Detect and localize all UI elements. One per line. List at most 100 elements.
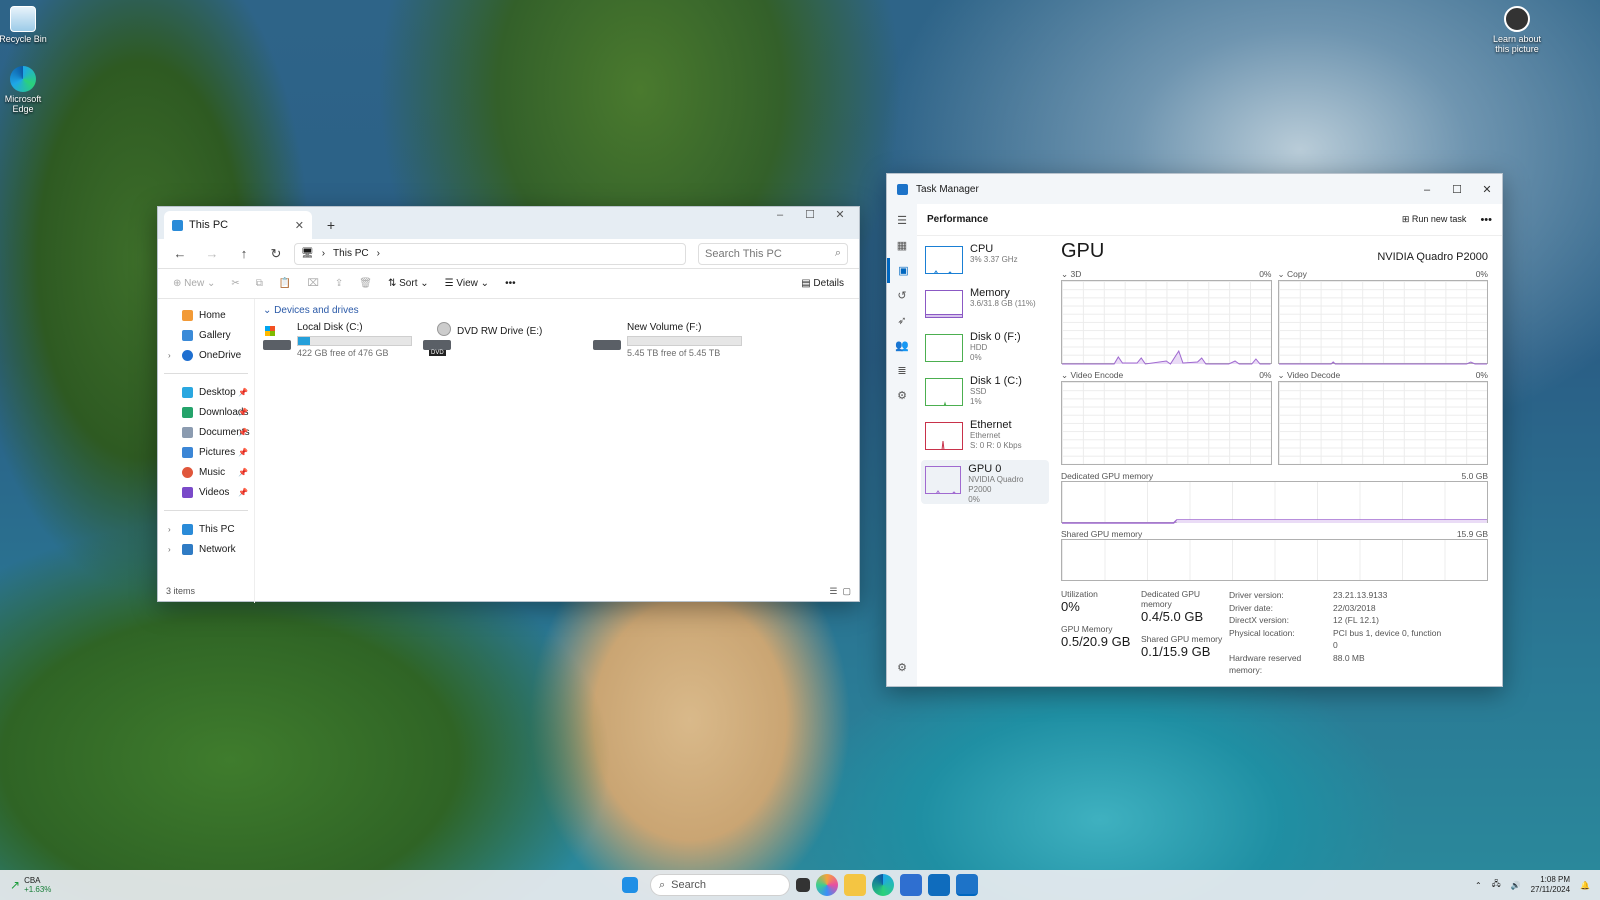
new-tab-button[interactable]: +: [320, 214, 342, 236]
learn-about-picture-icon[interactable]: Learn about this picture: [1490, 6, 1544, 54]
more-options-button[interactable]: •••: [500, 273, 521, 295]
nav-label: OneDrive: [199, 349, 242, 361]
resource-gpu0[interactable]: GPU 0 NVIDIA Quadro P2000 0%: [921, 460, 1049, 504]
details-button[interactable]: ▤ Details: [796, 273, 849, 295]
edge-desktop-icon[interactable]: Microsoft Edge: [0, 66, 50, 114]
chevron-up-icon[interactable]: ⌃: [1475, 881, 1482, 890]
app-history-icon[interactable]: ↺: [887, 283, 917, 308]
maximize-button[interactable]: ☐: [795, 207, 825, 223]
details-view-icon[interactable]: ☰: [829, 586, 837, 596]
volume-icon[interactable]: 🔊: [1511, 881, 1521, 890]
edge-icon[interactable]: [872, 874, 894, 896]
nav-item-documents[interactable]: Documents 📌: [158, 422, 254, 442]
details-label: Details: [813, 278, 844, 289]
minimize-button[interactable]: –: [1412, 184, 1442, 196]
task-view-icon[interactable]: [796, 878, 810, 892]
more-options-button[interactable]: •••: [1480, 214, 1492, 226]
music-icon: [182, 466, 193, 478]
system-tray: ⌃ 🖧 🔊 1:08 PM 27/11/2024 🔔: [1475, 875, 1590, 895]
resource-disk1[interactable]: Disk 1 (C:) SSD 1%: [921, 372, 1049, 416]
nav-item-music[interactable]: Music 📌: [158, 462, 254, 482]
resource-disk0[interactable]: Disk 0 (F:) HDD 0%: [921, 328, 1049, 372]
chevron-right-icon[interactable]: ›: [377, 248, 380, 259]
close-tab-icon[interactable]: ✕: [295, 219, 304, 232]
resource-memory[interactable]: Memory 3.6/31.8 GB (11%): [921, 284, 1049, 328]
detail-key: Driver version:: [1229, 590, 1284, 600]
paste-icon[interactable]: 📋: [274, 273, 296, 295]
new-button[interactable]: ⊕ New ⌄: [168, 273, 220, 295]
share-icon[interactable]: ⇪: [330, 273, 348, 295]
engine-dropdown-video-decode[interactable]: ⌄ Video Decode: [1278, 370, 1341, 381]
sort-button[interactable]: ⇅ Sort ⌄: [383, 273, 434, 295]
nav-item-desktop[interactable]: Desktop 📌: [158, 382, 254, 402]
nav-item-this-pc[interactable]: › This PC: [158, 519, 254, 539]
maximize-button[interactable]: ☐: [1442, 183, 1472, 196]
breadcrumb-this-pc[interactable]: This PC: [333, 248, 369, 259]
close-button[interactable]: ✕: [1472, 183, 1502, 196]
run-new-task-button[interactable]: ⊞ Run new task: [1402, 214, 1467, 225]
nav-item-pictures[interactable]: Pictures 📌: [158, 442, 254, 462]
processes-icon[interactable]: ▦: [887, 233, 917, 258]
task-manager-taskbar-icon[interactable]: [956, 874, 978, 896]
hamburger-icon[interactable]: ☰: [887, 208, 917, 233]
rename-icon[interactable]: ⌧: [302, 273, 324, 295]
hard-drive-icon: [263, 326, 291, 350]
dedicated-stat-value: 0.4/5.0 GB: [1141, 609, 1204, 624]
nav-item-home[interactable]: Home: [158, 305, 254, 325]
close-button[interactable]: ✕: [825, 207, 855, 223]
startup-apps-icon[interactable]: ➶: [887, 308, 917, 333]
tab-this-pc[interactable]: This PC ✕: [164, 211, 312, 239]
nav-label: Gallery: [199, 329, 231, 341]
drive-c[interactable]: Local Disk (C:) 422 GB free of 476 GB: [263, 322, 413, 358]
delete-icon[interactable]: 🗑: [354, 273, 377, 295]
pin-icon: 📌: [238, 487, 248, 497]
cut-icon[interactable]: ✂: [226, 273, 244, 295]
chevron-right-icon[interactable]: ›: [168, 545, 176, 554]
forward-button[interactable]: →: [198, 242, 226, 266]
drive-f[interactable]: New Volume (F:) 5.45 TB free of 5.45 TB: [593, 322, 743, 358]
view-button[interactable]: ☰ View ⌄: [440, 273, 494, 295]
engine-dropdown-video-encode[interactable]: ⌄ Video Encode: [1061, 370, 1123, 381]
users-icon[interactable]: 👥: [887, 333, 917, 358]
up-button[interactable]: ↑: [230, 242, 258, 266]
resource-ethernet[interactable]: Ethernet Ethernet S: 0 R: 0 Kbps: [921, 416, 1049, 460]
back-button[interactable]: ←: [166, 242, 194, 266]
services-icon[interactable]: ⚙: [887, 383, 917, 408]
group-header[interactable]: ⌄ Devices and drives: [263, 305, 851, 316]
resource-cpu[interactable]: CPU 3% 3.37 GHz: [921, 240, 1049, 284]
details-icon[interactable]: ≣: [887, 358, 917, 383]
engine-dropdown-copy[interactable]: ⌄ Copy: [1278, 269, 1307, 280]
nav-item-gallery[interactable]: Gallery: [158, 325, 254, 345]
performance-icon[interactable]: ▣: [887, 258, 917, 283]
notification-bell-icon[interactable]: 🔔: [1580, 881, 1590, 890]
drive-e[interactable]: DVD DVD RW Drive (E:): [423, 322, 573, 358]
nav-item-network[interactable]: › Network: [158, 539, 254, 559]
network-icon[interactable]: 🖧: [1492, 878, 1501, 892]
store-icon[interactable]: [900, 874, 922, 896]
tiles-view-icon[interactable]: ▢: [842, 586, 851, 596]
outlook-icon[interactable]: [928, 874, 950, 896]
nav-item-onedrive[interactable]: › OneDrive: [158, 345, 254, 365]
nav-item-downloads[interactable]: Downloads 📌: [158, 402, 254, 422]
file-explorer-icon[interactable]: [844, 874, 866, 896]
stock-name: CBA: [24, 876, 41, 885]
taskbar-search[interactable]: ⌕ Search: [650, 874, 790, 896]
chevron-right-icon[interactable]: ›: [168, 525, 176, 534]
edge-desktop-label: Microsoft Edge: [4, 94, 42, 114]
stock-widget[interactable]: ↗ CBA +1.63%: [10, 876, 51, 894]
address-bar[interactable]: 🖥 › This PC ›: [294, 242, 686, 265]
dedicated-memory-label: Dedicated GPU memory: [1061, 471, 1154, 481]
search-input[interactable]: Search This PC ⌕: [698, 242, 848, 265]
refresh-button[interactable]: ↻: [262, 242, 290, 266]
copy-icon[interactable]: ⧉: [251, 273, 268, 295]
recycle-bin-icon[interactable]: Recycle Bin: [0, 6, 50, 44]
copilot-icon[interactable]: [816, 874, 838, 896]
resource-list: CPU 3% 3.37 GHz Memory 3.6/31.8 GB (11%) D…: [921, 240, 1049, 504]
engine-dropdown-3d[interactable]: ⌄ 3D: [1061, 269, 1081, 280]
start-icon[interactable]: [622, 877, 638, 893]
nav-item-videos[interactable]: Videos 📌: [158, 482, 254, 502]
minimize-button[interactable]: –: [765, 207, 795, 223]
chevron-right-icon[interactable]: ›: [168, 351, 176, 360]
clock[interactable]: 1:08 PM 27/11/2024: [1531, 875, 1570, 895]
settings-icon[interactable]: ⚙: [887, 655, 917, 680]
